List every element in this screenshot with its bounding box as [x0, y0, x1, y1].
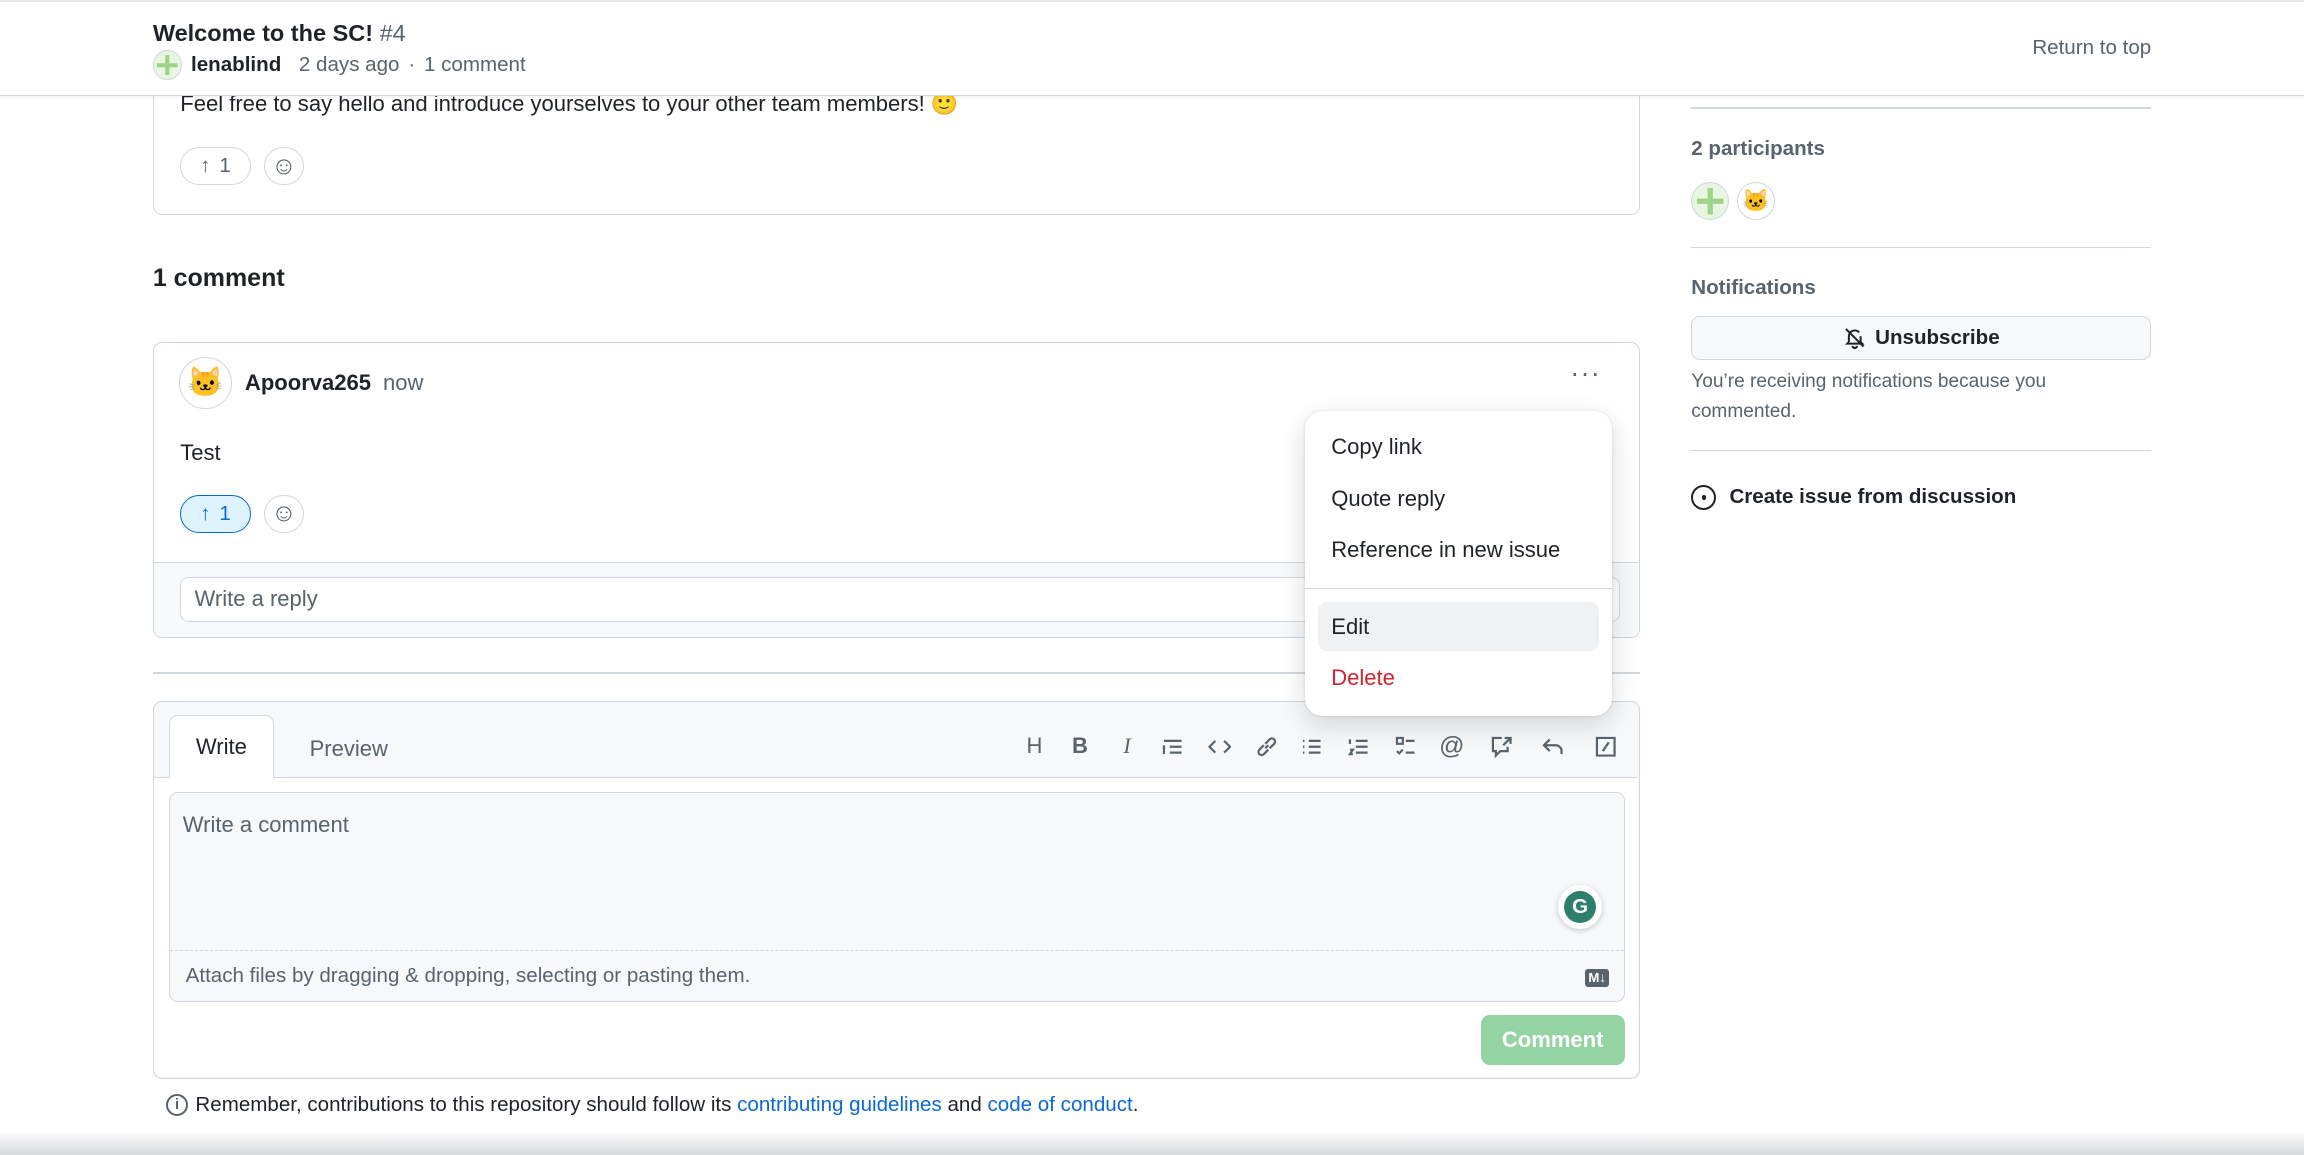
menu-reference-new-issue[interactable]: Reference in new issue — [1318, 526, 1599, 574]
comment-upvote-button[interactable]: ↑1 — [180, 495, 251, 533]
smiley-icon: ☺ — [271, 499, 297, 528]
comment-count: 1 comment — [424, 53, 526, 77]
tab-preview[interactable]: Preview — [310, 736, 388, 762]
ordered-list-icon[interactable] — [1346, 733, 1372, 759]
participant-avatar[interactable] — [1691, 182, 1729, 220]
tab-write[interactable]: Write — [169, 715, 275, 778]
slash-command-icon[interactable] — [1593, 733, 1619, 759]
author-avatar[interactable] — [153, 50, 182, 79]
notice-text: and — [942, 1093, 988, 1116]
link-icon[interactable] — [1253, 733, 1279, 759]
notification-reason: You’re receiving notifications because y… — [1691, 367, 2117, 426]
notifications-heading: Notifications — [1691, 276, 1816, 300]
quote-icon[interactable] — [1159, 733, 1185, 759]
menu-delete[interactable]: Delete — [1318, 654, 1599, 702]
code-of-conduct-link[interactable]: code of conduct — [988, 1093, 1133, 1116]
title-text: Welcome to the SC! — [153, 20, 373, 46]
code-icon[interactable] — [1206, 733, 1232, 759]
separator: · — [408, 53, 415, 77]
bold-icon[interactable]: B — [1067, 733, 1093, 759]
discussion-title: Welcome to the SC! #4 — [153, 20, 406, 47]
issue-opened-icon — [1691, 485, 1716, 510]
markdown-icon[interactable]: M↓ — [1585, 969, 1609, 987]
comment-time[interactable]: now — [383, 370, 423, 395]
upvote-count: 1 — [219, 502, 230, 526]
add-reaction-button[interactable]: ☺ — [264, 495, 304, 533]
contributing-guidelines-link[interactable]: contributing guidelines — [737, 1093, 942, 1116]
notice-text: Remember, contributions to this reposito… — [195, 1093, 737, 1116]
sidebar-divider — [1691, 247, 2151, 248]
sidebar-divider — [1691, 450, 2151, 451]
menu-edit[interactable]: Edit — [1318, 602, 1599, 650]
window-bottom-shadow — [0, 1131, 2304, 1155]
comments-heading: 1 comment — [153, 264, 285, 293]
saved-reply-icon[interactable] — [1540, 733, 1566, 759]
comment-body: Test — [180, 440, 220, 466]
arrow-up-icon: ↑ — [200, 502, 210, 526]
create-issue-label: Create issue from discussion — [1729, 485, 2016, 509]
grammarly-icon[interactable]: G — [1558, 885, 1602, 929]
unordered-list-icon[interactable] — [1299, 733, 1325, 759]
comment-submit-button[interactable]: Comment — [1481, 1015, 1625, 1065]
comment-options-menu: Copy link Quote reply Reference in new i… — [1305, 411, 1612, 715]
participants-heading: 2 participants — [1691, 137, 1825, 161]
smiley-icon: ☺ — [271, 152, 297, 181]
menu-copy-link[interactable]: Copy link — [1318, 423, 1599, 471]
notice-text: . — [1133, 1093, 1139, 1116]
task-list-icon[interactable] — [1393, 733, 1419, 759]
textarea-placeholder: Write a comment — [183, 812, 349, 838]
author-link[interactable]: lenablind — [191, 53, 281, 77]
cross-reference-icon[interactable] — [1489, 733, 1515, 759]
menu-divider — [1305, 588, 1612, 589]
contribution-notice: i Remember, contributions to this reposi… — [166, 1093, 1138, 1117]
attach-files-hint[interactable]: Attach files by dragging & dropping, sel… — [186, 964, 751, 988]
mention-icon[interactable]: @ — [1439, 733, 1465, 759]
heading-icon[interactable]: H — [1021, 733, 1047, 759]
discussion-number: #4 — [380, 20, 406, 46]
bell-slash-icon — [1843, 326, 1867, 350]
more-options-button[interactable]: ··· — [1570, 358, 1601, 389]
post-time: 2 days ago — [299, 53, 400, 77]
participant-avatar[interactable]: 🐱 — [1737, 182, 1775, 220]
upvote-count: 1 — [219, 154, 230, 178]
sticky-header: Welcome to the SC! #4 lenablind 2 days a… — [0, 0, 2304, 96]
unsubscribe-label: Unsubscribe — [1875, 326, 2000, 350]
commenter-name[interactable]: Apoorva265 — [245, 370, 371, 395]
create-issue-link[interactable]: Create issue from discussion — [1691, 485, 2016, 510]
arrow-up-icon: ↑ — [200, 154, 210, 178]
upvote-button[interactable]: ↑1 — [180, 147, 251, 185]
comment-textarea[interactable]: Write a comment Attach files by dragging… — [169, 792, 1625, 1002]
add-reaction-button[interactable]: ☺ — [264, 147, 304, 185]
sidebar-divider — [1691, 107, 2151, 108]
info-icon: i — [166, 1094, 188, 1116]
commenter-avatar[interactable]: 🐱 — [179, 357, 232, 410]
italic-icon[interactable]: I — [1114, 733, 1140, 759]
discussion-page: Welcome to the SC! #4 lenablind 2 days a… — [0, 0, 2304, 1155]
return-to-top-link[interactable]: Return to top — [2032, 36, 2151, 60]
menu-quote-reply[interactable]: Quote reply — [1318, 475, 1599, 523]
unsubscribe-button[interactable]: Unsubscribe — [1691, 316, 2151, 360]
